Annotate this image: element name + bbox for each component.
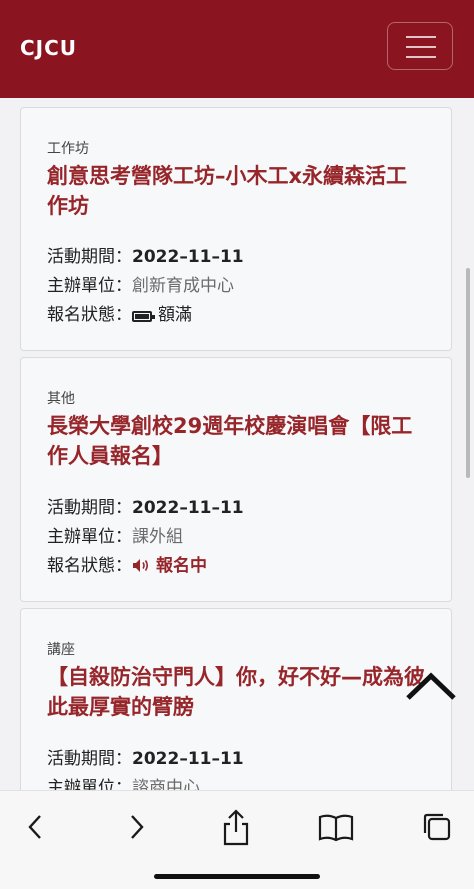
hamburger-icon-bar	[406, 56, 436, 58]
event-status-value: 額滿	[158, 305, 192, 325]
event-list: 工作坊 創意思考營隊工坊–小木工x永續森活工作坊 活動期間：2022–11–11…	[0, 98, 474, 790]
period-label: 活動期間：	[47, 498, 132, 518]
bookmarks-icon[interactable]	[316, 807, 356, 847]
speaker-icon	[133, 559, 149, 572]
organizer-label: 主辦單位：	[47, 778, 132, 790]
organizer-label: 主辦單位：	[47, 276, 132, 296]
share-icon[interactable]	[216, 807, 256, 847]
event-organizer-row: 主辦單位：課外組	[47, 522, 183, 547]
event-card[interactable]: 其他 長榮大學創校29週年校慶演唱會【限工作人員報名】 活動期間：2022–11…	[20, 357, 452, 602]
event-title[interactable]: 【自殺防治守門人】你，好不好—成為彼此最厚實的臂膀	[47, 662, 427, 722]
event-title[interactable]: 長榮大學創校29週年校慶演唱會【限工作人員報名】	[47, 411, 427, 471]
event-organizer-row: 主辦單位：諮商中心	[47, 773, 200, 790]
cjcu-logo[interactable]: CJCU	[20, 36, 77, 60]
tabs-icon[interactable]	[417, 807, 457, 847]
hamburger-icon	[406, 36, 436, 38]
event-title[interactable]: 創意思考營隊工坊–小木工x永續森活工作坊	[47, 161, 427, 221]
back-to-top-icon[interactable]	[404, 668, 458, 704]
event-period-row: 活動期間：2022–11–11	[47, 744, 244, 769]
navbar: CJCU	[0, 0, 474, 98]
period-label: 活動期間：	[47, 247, 132, 267]
hamburger-icon-bar	[406, 46, 436, 48]
battery-full-icon	[132, 311, 155, 322]
scrollbar[interactable]	[466, 268, 470, 478]
event-category: 工作坊	[47, 141, 89, 157]
event-organizer-row: 主辦單位：創新育成中心	[47, 271, 234, 296]
event-status-value: 報名中	[156, 556, 207, 576]
home-indicator	[154, 874, 320, 879]
forward-icon[interactable]	[117, 807, 157, 847]
back-icon[interactable]	[15, 807, 55, 847]
event-status-row: 報名狀態： 額滿	[47, 300, 192, 325]
event-period-row: 活動期間：2022–11–11	[47, 493, 244, 518]
menu-toggle-button[interactable]	[387, 22, 453, 70]
period-label: 活動期間：	[47, 749, 132, 769]
event-organizer-value: 諮商中心	[132, 778, 200, 790]
event-period-value: 2022–11–11	[132, 247, 244, 267]
event-card[interactable]: 工作坊 創意思考營隊工坊–小木工x永續森活工作坊 活動期間：2022–11–11…	[20, 107, 452, 351]
event-period-value: 2022–11–11	[132, 498, 244, 518]
event-organizer-value: 創新育成中心	[132, 276, 234, 296]
event-category: 講座	[47, 642, 75, 658]
event-period-row: 活動期間：2022–11–11	[47, 242, 244, 267]
event-card[interactable]: 講座 【自殺防治守門人】你，好不好—成為彼此最厚實的臂膀 活動期間：2022–1…	[20, 608, 452, 790]
status-label: 報名狀態：	[47, 305, 132, 325]
event-organizer-value: 課外組	[132, 527, 183, 547]
organizer-label: 主辦單位：	[47, 527, 132, 547]
event-status-row: 報名狀態： 報名中	[47, 551, 207, 576]
event-period-value: 2022–11–11	[132, 749, 244, 769]
status-label: 報名狀態：	[47, 556, 132, 576]
event-category: 其他	[47, 391, 75, 407]
